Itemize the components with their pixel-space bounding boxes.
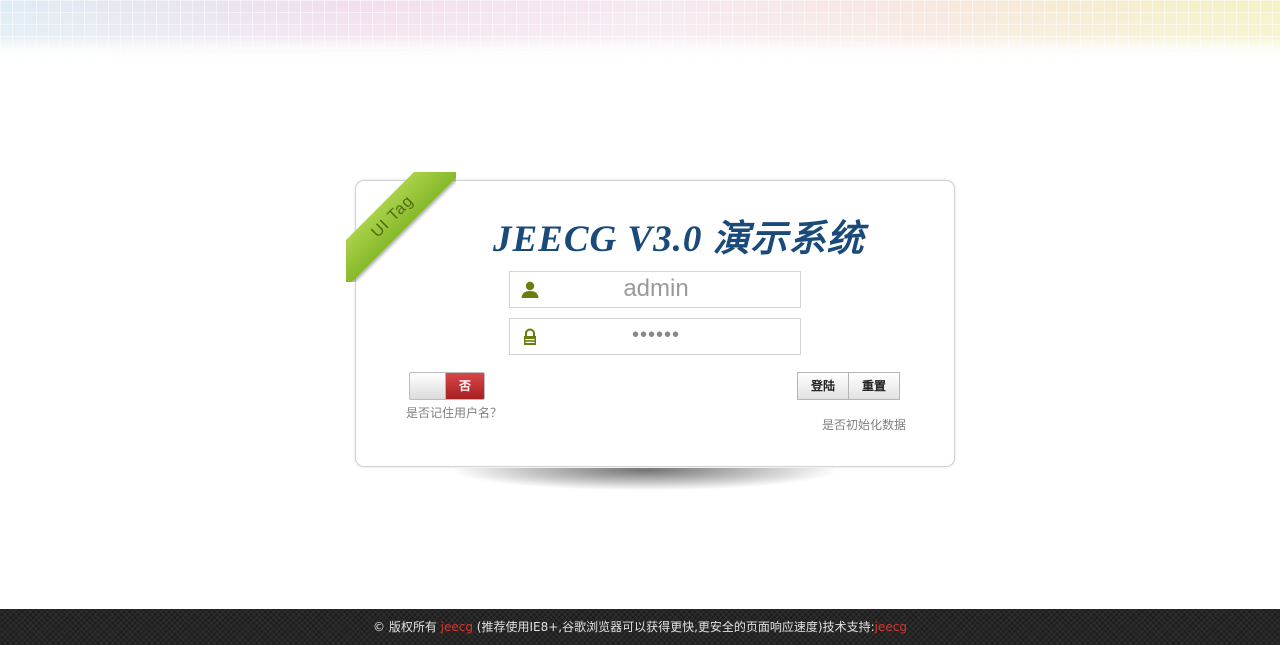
user-icon bbox=[520, 280, 540, 300]
reset-button[interactable]: 重置 bbox=[848, 372, 900, 400]
lock-icon bbox=[520, 327, 540, 347]
banner-fade bbox=[0, 0, 1280, 62]
toggle-state-label: 否 bbox=[446, 373, 484, 399]
header-banner bbox=[0, 0, 1280, 62]
toggle-knob[interactable] bbox=[410, 373, 446, 399]
footer-copyright: © 版权所有 bbox=[373, 620, 441, 634]
app-title: JEECG V3.0 演示系统 bbox=[493, 219, 865, 260]
footer-brand-link[interactable]: jeecg bbox=[441, 620, 473, 634]
footer-support-link[interactable]: jeecg bbox=[875, 620, 907, 634]
ribbon-label: UI Tag bbox=[346, 172, 456, 282]
card-shadow bbox=[455, 468, 835, 490]
username-input[interactable] bbox=[546, 273, 766, 304]
login-button[interactable]: 登陆 bbox=[797, 372, 849, 400]
password-input[interactable] bbox=[546, 320, 766, 351]
footer: © 版权所有 jeecg (推荐使用IE8+,谷歌浏览器可以获得更快,更安全的页… bbox=[0, 609, 1280, 645]
corner-ribbon: UI Tag bbox=[346, 172, 456, 282]
footer-notice: (推荐使用IE8+,谷歌浏览器可以获得更快,更安全的页面响应速度)技术支持: bbox=[472, 620, 875, 634]
remember-username-toggle[interactable]: 否 bbox=[409, 372, 485, 400]
init-data-link[interactable]: 是否初始化数据 bbox=[822, 416, 906, 433]
password-field[interactable] bbox=[509, 318, 801, 355]
remember-username-label: 是否记住用户名？ bbox=[406, 406, 503, 420]
username-field[interactable] bbox=[509, 271, 801, 308]
